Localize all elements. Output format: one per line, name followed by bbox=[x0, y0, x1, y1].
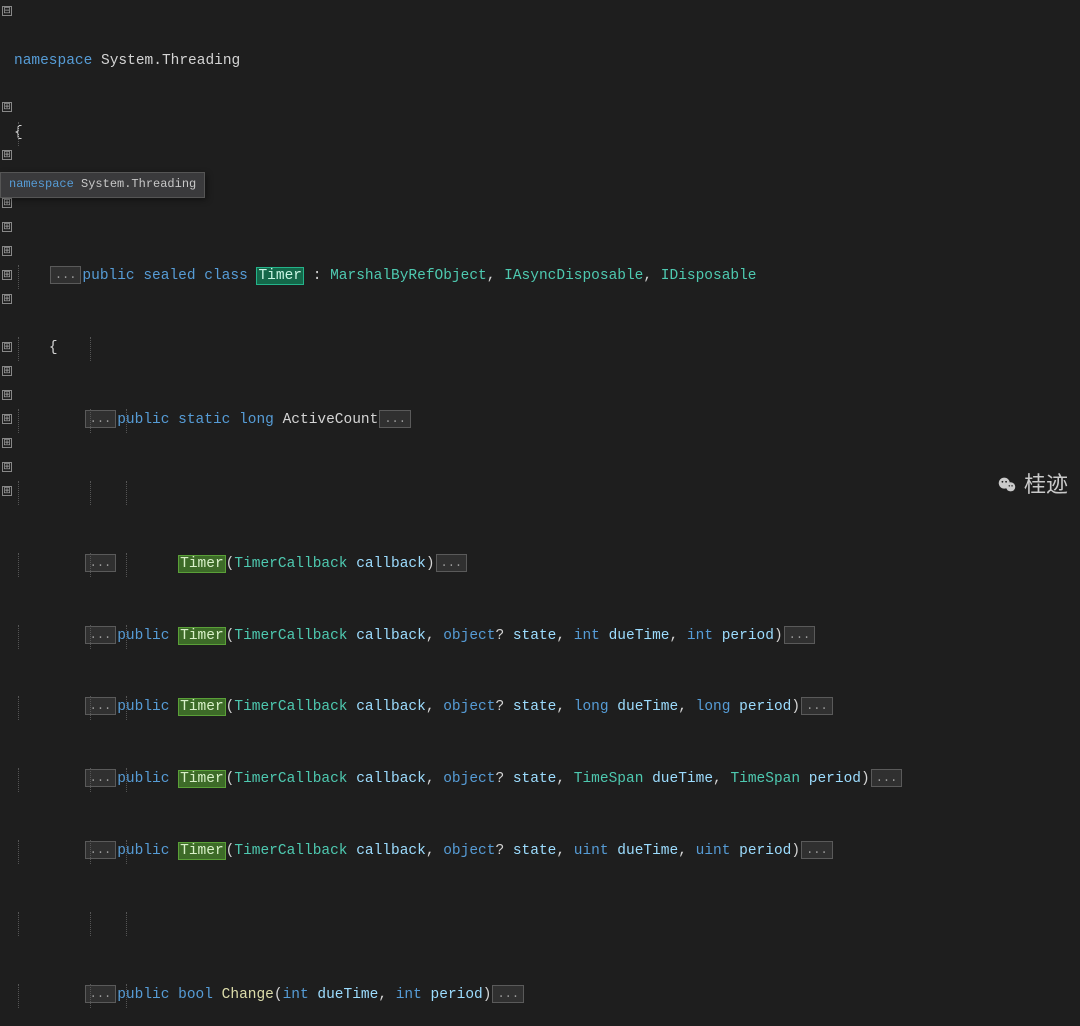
ctor-ref: Timer bbox=[178, 555, 226, 573]
collapsed-region[interactable]: ... bbox=[50, 266, 82, 284]
collapsed-region[interactable]: ... bbox=[801, 841, 833, 859]
collapsed-region[interactable]: ... bbox=[492, 985, 524, 1003]
code-line: { bbox=[14, 122, 1080, 146]
code-line: ...public static long ActiveCount... bbox=[14, 409, 1080, 433]
fold-toggle[interactable]: ⊟ bbox=[2, 6, 12, 16]
fold-toggle[interactable]: ⊞ bbox=[2, 102, 12, 112]
fold-toggle[interactable]: ⊞ bbox=[2, 342, 12, 352]
fold-toggle[interactable]: ⊞ bbox=[2, 390, 12, 400]
fold-toggle[interactable]: ⊞ bbox=[2, 198, 12, 208]
collapsed-region[interactable]: ... bbox=[801, 697, 833, 715]
code-editor[interactable]: namespace System.Threading { ...public s… bbox=[14, 0, 1080, 1026]
code-line: { bbox=[14, 337, 1080, 361]
fold-toggle[interactable]: ⊞ bbox=[2, 438, 12, 448]
fold-toggle[interactable]: ⊞ bbox=[2, 486, 12, 496]
fold-toggle[interactable]: ⊞ bbox=[2, 270, 12, 280]
fold-toggle[interactable]: ⊞ bbox=[2, 414, 12, 424]
ctor-ref: Timer bbox=[178, 842, 226, 860]
ctor-ref: Timer bbox=[178, 770, 226, 788]
property-name: ActiveCount bbox=[283, 412, 379, 428]
code-line: ...public Timer(TimerCallback callback, … bbox=[14, 768, 1080, 792]
code-line: ...public Timer(TimerCallback callback, … bbox=[14, 696, 1080, 720]
method-name: Change bbox=[222, 987, 274, 1003]
collapsed-region[interactable]: ... bbox=[379, 410, 411, 428]
hover-tooltip: namespace System.Threading bbox=[0, 172, 205, 198]
keyword: namespace bbox=[14, 53, 92, 69]
fold-toggle[interactable]: ⊞ bbox=[2, 222, 12, 232]
fold-gutter: ⊟ ⊞ ⊞ ⊞ ⊞ ⊞ ⊞ ⊞ ⊞ ⊞ ⊞ ⊞ ⊞ ⊞ ⊞ bbox=[0, 0, 14, 513]
collapsed-region[interactable]: ... bbox=[784, 626, 816, 644]
wechat-icon bbox=[996, 474, 1018, 496]
class-name-highlight: Timer bbox=[256, 267, 304, 285]
code-line bbox=[14, 912, 1080, 936]
collapsed-region[interactable]: ... bbox=[436, 554, 468, 572]
code-line: ...public Timer(TimerCallback callback, … bbox=[14, 840, 1080, 864]
code-line: ...public Timer(TimerCallback callback, … bbox=[14, 625, 1080, 649]
code-line: ...public sealed class Timer : MarshalBy… bbox=[14, 265, 1080, 289]
code-line bbox=[14, 481, 1080, 505]
code-line: ...public bool Change(int dueTime, int p… bbox=[14, 984, 1080, 1008]
code-line: ... Timer(TimerCallback callback)... bbox=[14, 553, 1080, 577]
fold-toggle[interactable]: ⊞ bbox=[2, 462, 12, 472]
code-line: namespace System.Threading bbox=[14, 50, 1080, 74]
watermark-text: 桂迹 bbox=[1024, 467, 1068, 503]
fold-toggle[interactable]: ⊞ bbox=[2, 150, 12, 160]
fold-toggle[interactable]: ⊞ bbox=[2, 366, 12, 376]
namespace-name: System.Threading bbox=[101, 53, 240, 69]
ctor-ref: Timer bbox=[178, 627, 226, 645]
fold-toggle[interactable]: ⊞ bbox=[2, 294, 12, 304]
collapsed-region[interactable]: ... bbox=[871, 769, 903, 787]
fold-toggle[interactable]: ⊞ bbox=[2, 246, 12, 256]
watermark: 桂迹 bbox=[996, 467, 1068, 503]
ctor-ref: Timer bbox=[178, 698, 226, 716]
